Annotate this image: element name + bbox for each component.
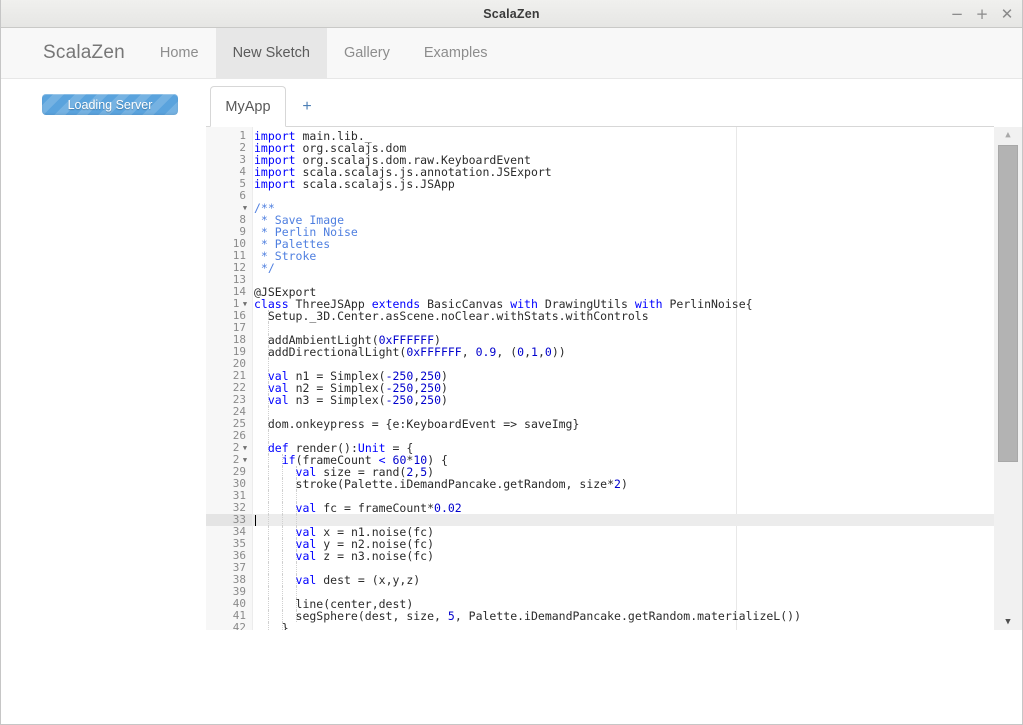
nav-item-examples[interactable]: Examples xyxy=(407,28,505,78)
scroll-up-arrow-icon[interactable]: ▲ xyxy=(994,127,1022,143)
loading-server-progress-bar: Loading Server xyxy=(42,94,178,115)
code-line[interactable]: 38 val dest = (x,y,z) xyxy=(206,574,994,586)
code-line[interactable]: 5 import scala.scalajs.js.JSApp xyxy=(206,178,994,190)
code-line-text: Setup._3D.Center.asScene.noClear.withSta… xyxy=(254,309,649,323)
code-line[interactable]: 6 xyxy=(206,190,994,202)
code-line[interactable]: 36 val z = n3.noise(fc) xyxy=(206,550,994,562)
code-line-text: } xyxy=(254,621,289,630)
nav-item-gallery[interactable]: Gallery xyxy=(327,28,407,78)
editor-tab-myapp[interactable]: MyApp xyxy=(210,86,286,127)
line-number: 42 xyxy=(206,622,253,630)
window-title: ScalaZen xyxy=(483,6,540,21)
code-line-text: val dest = (x,y,z) xyxy=(295,573,421,587)
code-line[interactable]: 32 val fc = frameCount*0.02 xyxy=(206,502,994,514)
code-line[interactable]: 41 segSphere(dest, size, 5, Palette.iDem… xyxy=(206,610,994,622)
nav-item-home[interactable]: Home xyxy=(143,28,216,78)
scrollbar-thumb[interactable] xyxy=(998,145,1018,462)
code-line-text: val fc = frameCount*0.02 xyxy=(295,501,462,515)
code-line[interactable]: 16 Setup._3D.Center.asScene.noClear.with… xyxy=(206,310,994,322)
close-icon[interactable]: ✕ xyxy=(1000,6,1014,22)
window-controls: − + ✕ xyxy=(950,0,1014,28)
nav-item-new-sketch[interactable]: New Sketch xyxy=(215,28,327,78)
code-line-text: addDirectionalLight(0xFFFFFF, 0.9, (0,1,… xyxy=(254,345,566,359)
add-tab-button[interactable]: + xyxy=(286,86,328,127)
loading-server-label: Loading Server xyxy=(67,97,153,112)
code-line-text: import scala.scalajs.js.JSApp xyxy=(254,177,455,191)
code-line[interactable]: 42 } xyxy=(206,622,994,630)
code-line-text: */ xyxy=(254,261,275,275)
code-line[interactable]: 25 dom.onkeypress = {e:KeyboardEvent => … xyxy=(206,418,994,430)
code-line[interactable]: 12 */ xyxy=(206,262,994,274)
code-line[interactable]: 13 xyxy=(206,274,994,286)
brand-logo[interactable]: ScalaZen xyxy=(29,28,143,78)
minimize-icon[interactable]: − xyxy=(950,6,964,22)
maximize-icon[interactable]: + xyxy=(975,6,989,22)
scroll-down-arrow-icon[interactable]: ▼ xyxy=(994,614,1022,630)
code-line-text: stroke(Palette.iDemandPancake.getRandom,… xyxy=(254,477,628,491)
application-window: ScalaZen − + ✕ ScalaZen Home New Sketch … xyxy=(0,0,1023,725)
editor-tab-strip: MyApp + xyxy=(206,79,1022,127)
content-area: Loading Server MyApp + 1 import main.lib.… xyxy=(1,79,1022,724)
code-editor[interactable]: 1 import main.lib._ 2 import org.scalajs.do… xyxy=(206,127,1022,630)
code-line-text: segSphere(dest, size, 5, Palette.iDemand… xyxy=(254,609,801,623)
code-lines: 1 import main.lib._ 2 import org.scalajs.do… xyxy=(206,127,994,630)
title-bar: ScalaZen − + ✕ xyxy=(1,0,1022,28)
code-line-text: val z = n3.noise(fc) xyxy=(295,549,435,563)
code-line-text: dom.onkeypress = {e:KeyboardEvent => sav… xyxy=(254,417,580,431)
code-line[interactable]: 10 * Palettes xyxy=(206,238,994,250)
editor-vertical-scrollbar[interactable]: ▲ ▼ xyxy=(994,127,1022,630)
editor-panel: MyApp + 1 import main.lib._ 2 import org.sc… xyxy=(206,79,1022,724)
code-line[interactable]: 30 stroke(Palette.iDemandPancake.getRand… xyxy=(206,478,994,490)
code-line[interactable]: 23 val n3 = Simplex(-250,250) xyxy=(206,394,994,406)
code-line-text: val n3 = Simplex(-250,250) xyxy=(267,393,448,407)
code-viewport: 1 import main.lib._ 2 import org.scalajs.do… xyxy=(206,127,994,630)
sidebar: Loading Server xyxy=(1,79,201,115)
main-navbar: ScalaZen Home New Sketch Gallery Example… xyxy=(1,28,1022,79)
code-line[interactable]: 11 * Stroke xyxy=(206,250,994,262)
code-line[interactable]: 19 addDirectionalLight(0xFFFFFF, 0.9, (0… xyxy=(206,346,994,358)
